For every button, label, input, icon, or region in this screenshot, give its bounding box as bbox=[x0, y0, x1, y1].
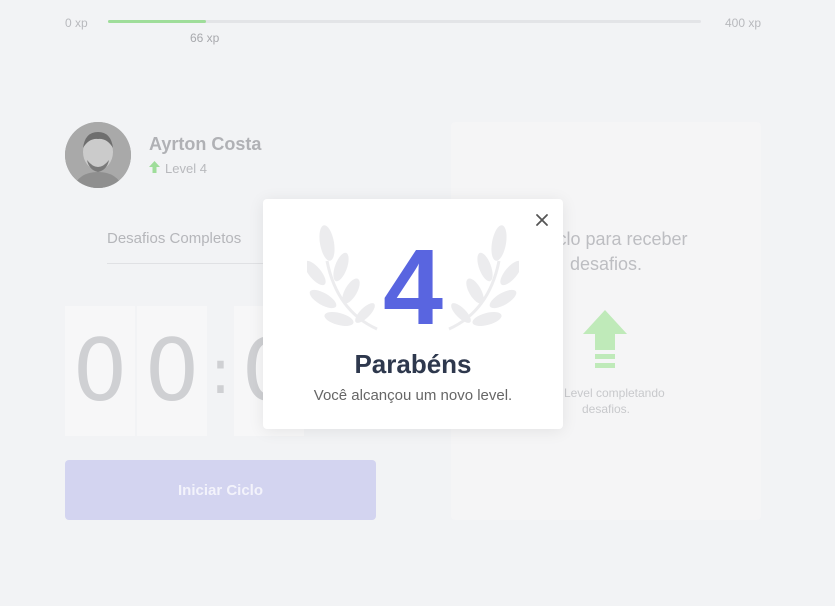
level-up-modal: 4 Parabéns Você alcançou um novo level. bbox=[263, 199, 563, 429]
xp-max-label: 400 xp bbox=[724, 16, 761, 30]
countdown-digit: 0 bbox=[137, 306, 207, 436]
countdown-digit: 0 bbox=[65, 306, 135, 436]
xp-track bbox=[108, 20, 701, 23]
modal-subtitle: Você alcançou um novo level. bbox=[313, 387, 513, 404]
start-cycle-button[interactable]: Iniciar Ciclo bbox=[65, 460, 376, 520]
modal-title: Parabéns bbox=[354, 349, 472, 379]
profile-name: Ayrton Costa bbox=[149, 134, 262, 154]
countdown-minutes: 0 0 bbox=[65, 306, 207, 436]
profile-level: Level 4 bbox=[149, 161, 261, 176]
xp-min-label: 0 xp bbox=[65, 16, 88, 30]
xp-progress-fill bbox=[108, 20, 206, 23]
level-up-arrow-icon bbox=[149, 161, 160, 176]
profile: Ayrton Costa Level 4 bbox=[65, 122, 261, 188]
modal-level-number: 4 bbox=[382, 226, 444, 347]
experience-bar: 0 xp 66 xp 400 xp bbox=[65, 14, 761, 45]
countdown-separator: : bbox=[210, 334, 231, 408]
level-up-icon bbox=[581, 310, 629, 377]
completed-challenges-label: Desafios Completos bbox=[107, 230, 242, 247]
xp-current-label: 66 xp bbox=[190, 31, 220, 45]
profile-level-label: Level 4 bbox=[165, 161, 207, 176]
avatar bbox=[65, 122, 131, 188]
